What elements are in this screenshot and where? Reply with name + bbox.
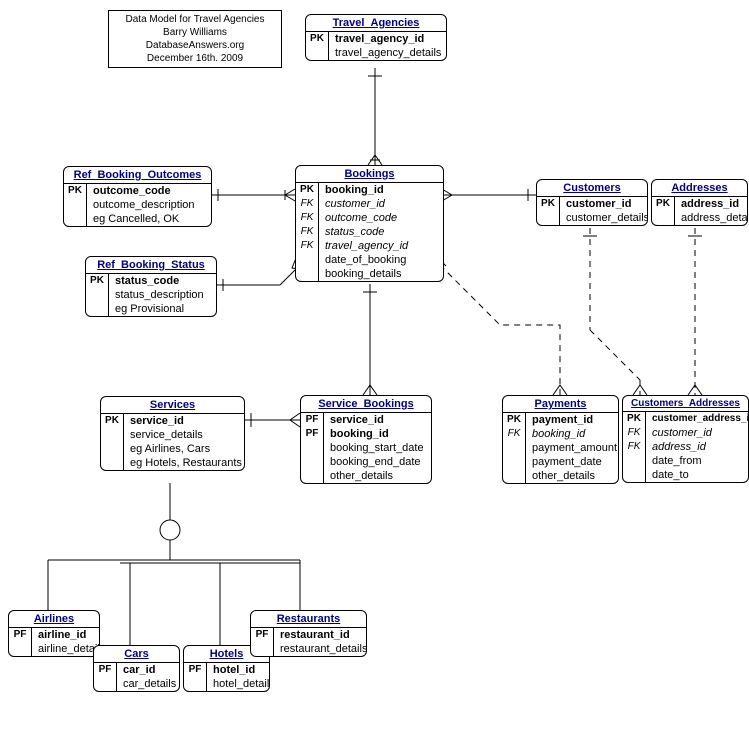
entity-airlines: Airlines PFairline_id airline_details bbox=[8, 610, 100, 657]
entity-title: Travel_Agencies bbox=[306, 15, 446, 32]
entity-ref-booking-status: Ref_Booking_Status PKstatus_code status_… bbox=[85, 256, 217, 317]
entity-title: Ref_Booking_Outcomes bbox=[64, 167, 211, 184]
entity-travel-agencies: Travel_Agencies PKtravel_agency_id trave… bbox=[305, 14, 447, 61]
entity-title: Restaurants bbox=[251, 611, 366, 628]
entity-cars: Cars PFcar_id car_details bbox=[93, 645, 180, 692]
entity-title: Bookings bbox=[296, 166, 443, 183]
entity-restaurants: Restaurants PFrestaurant_id restaurant_d… bbox=[250, 610, 367, 657]
entity-service-bookings: Service_Bookings PFservice_id PFbooking_… bbox=[300, 395, 432, 484]
entity-title: Ref_Booking_Status bbox=[86, 257, 216, 274]
entity-ref-booking-outcomes: Ref_Booking_Outcomes PKoutcome_code outc… bbox=[63, 166, 212, 227]
diagram-info-box: Data Model for Travel Agencies Barry Wil… bbox=[108, 10, 282, 68]
attr: travel_agency_id bbox=[329, 32, 430, 46]
entity-customers-addresses: Customers_Addresses PKcustomer_address_i… bbox=[622, 395, 749, 483]
relationship-lines bbox=[0, 0, 749, 733]
entity-title: Airlines bbox=[9, 611, 99, 628]
attr: travel_agency_details bbox=[329, 46, 447, 60]
entity-title: Payments bbox=[503, 396, 618, 413]
entity-payments: Payments PKpayment_id FKbooking_id payme… bbox=[502, 395, 619, 484]
entity-title: Services bbox=[101, 397, 244, 414]
entity-bookings: Bookings PKbooking_id FKcustomer_id FKou… bbox=[295, 165, 444, 282]
key-pk: PK bbox=[306, 32, 329, 46]
entity-services: Services PKservice_id service_details eg… bbox=[100, 396, 245, 471]
info-line-2: Barry Williams bbox=[115, 26, 275, 39]
entity-title: Addresses bbox=[652, 180, 747, 197]
info-line-1: Data Model for Travel Agencies bbox=[115, 13, 275, 26]
entity-customers: Customers PKcustomer_id customer_details bbox=[536, 179, 648, 226]
info-line-3: DatabaseAnswers.org bbox=[115, 39, 275, 52]
entity-title: Service_Bookings bbox=[301, 396, 431, 413]
entity-addresses: Addresses PKaddress_id address_details bbox=[651, 179, 748, 226]
entity-title: Customers_Addresses bbox=[623, 396, 748, 412]
info-line-4: December 16th. 2009 bbox=[115, 52, 275, 65]
entity-title: Cars bbox=[94, 646, 179, 663]
entity-title: Customers bbox=[537, 180, 647, 197]
